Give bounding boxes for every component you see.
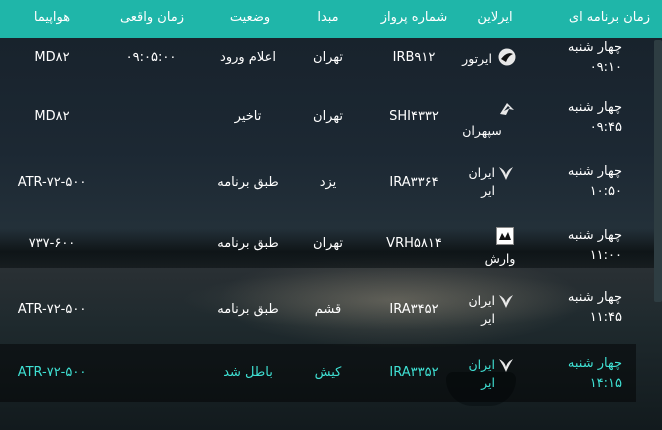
scheduled-time: چهار شنبه ۱۴:۱۵ xyxy=(512,354,622,394)
flight-number: IRA۳۳۶۴ xyxy=(389,175,439,190)
airline-name: ایران ایر xyxy=(468,165,495,198)
header-origin: مبدا xyxy=(317,10,339,25)
airline-name: سپهران xyxy=(462,123,502,138)
airline-name: ایران ایر xyxy=(468,357,495,390)
header-airline: ایرلاین xyxy=(477,10,513,25)
scrollbar-thumb[interactable] xyxy=(654,40,662,302)
origin: کیش xyxy=(314,365,342,380)
scheduled-clock: ۱۱:۰۰ xyxy=(589,248,622,263)
table-row[interactable]: چهار شنبه ۰۹:۴۵ سپهران SHI۴۳۳۲ تهران تاخ… xyxy=(0,98,636,156)
aircraft: ATR-۷۲-۵۰۰ xyxy=(17,302,87,317)
scheduled-time: چهار شنبه ۱۱:۰۰ xyxy=(512,226,622,266)
status: باطل شد xyxy=(223,365,273,380)
flight-number: IRA۳۴۵۲ xyxy=(389,302,439,317)
status: طبق برنامه xyxy=(217,236,279,251)
status: طبق برنامه xyxy=(217,175,279,190)
table-header: زمان برنامه ای ایرلاین شماره پرواز مبدا … xyxy=(0,0,662,38)
scheduled-clock: ۱۰:۵۰ xyxy=(589,184,622,199)
origin: تهران xyxy=(313,236,343,251)
flight-number: IRB۹۱۲ xyxy=(392,50,436,65)
flight-number: IRA۳۳۵۲ xyxy=(389,365,439,380)
aircraft: ATR-۷۲-۵۰۰ xyxy=(17,365,87,380)
airline-name: ایران ایر xyxy=(468,293,495,326)
table-row[interactable]: چهار شنبه ۱۱:۴۵ ایران ایر IRA۳۴۵۲ قشم طب… xyxy=(0,276,636,342)
aircraft: MD۸۲ xyxy=(34,50,70,65)
scheduled-day: چهار شنبه xyxy=(567,228,622,243)
status: تاخیر xyxy=(234,109,262,124)
iranair-logo-icon xyxy=(499,167,513,180)
table-row[interactable]: چهار شنبه ۱۱:۰۰ وارش VRH۵۸۱۴ تهران طبق ب… xyxy=(0,218,636,276)
header-status: وضعیت xyxy=(229,10,271,25)
aircraft: ATR-۷۲-۵۰۰ xyxy=(17,175,87,190)
scheduled-day: چهار شنبه xyxy=(567,164,622,179)
header-actual-time: زمان واقعی xyxy=(119,10,185,25)
origin: یزد xyxy=(319,175,337,190)
scheduled-clock: ۱۴:۱۵ xyxy=(589,376,622,391)
scheduled-day: چهار شنبه xyxy=(567,100,622,115)
header-scheduled-time: زمان برنامه ای xyxy=(568,10,650,25)
scheduled-time: چهار شنبه ۰۹:۴۵ xyxy=(512,98,622,138)
scheduled-day: چهار شنبه xyxy=(567,290,622,305)
varesh-logo-icon xyxy=(496,227,514,245)
scheduled-day: چهار شنبه xyxy=(567,40,622,55)
origin: قشم xyxy=(314,302,342,317)
origin: تهران xyxy=(313,109,343,124)
iranair-logo-icon xyxy=(499,359,513,372)
airline-name: وارش xyxy=(484,251,516,266)
scheduled-time: چهار شنبه ۱۰:۵۰ xyxy=(512,162,622,202)
scheduled-clock: ۱۱:۴۵ xyxy=(589,310,622,325)
actual-time: ۰۹:۰۵:۰۰ xyxy=(125,50,177,65)
table-row[interactable]: چهار شنبه ۰۹:۱۰ ایرتور IRB۹۱۲ تهران اعلا… xyxy=(0,38,636,98)
header-flight-number: شماره پرواز xyxy=(380,10,448,25)
header-aircraft: هواپیما xyxy=(33,10,71,25)
status: اعلام ورود xyxy=(220,50,276,65)
table-row[interactable]: چهار شنبه ۱۰:۵۰ ایران ایر IRA۳۳۶۴ یزد طب… xyxy=(0,156,636,218)
scheduled-clock: ۰۹:۴۵ xyxy=(589,120,622,135)
flight-number: SHI۴۳۳۲ xyxy=(389,109,439,124)
airtour-logo-icon xyxy=(498,48,516,66)
scheduled-time: چهار شنبه ۰۹:۱۰ xyxy=(512,38,622,78)
scheduled-clock: ۰۹:۱۰ xyxy=(589,60,622,75)
sepehran-logo-icon xyxy=(500,103,514,115)
origin: تهران xyxy=(313,50,343,65)
aircraft: ۷۳۷-۶۰۰ xyxy=(28,236,76,251)
scheduled-time: چهار شنبه ۱۱:۴۵ xyxy=(512,288,622,328)
scheduled-day: چهار شنبه xyxy=(567,356,622,371)
status: طبق برنامه xyxy=(217,302,279,317)
table-row-cancelled[interactable]: چهار شنبه ۱۴:۱۵ ایران ایر IRA۳۳۵۲ کیش با… xyxy=(0,344,636,402)
aircraft: MD۸۲ xyxy=(34,109,70,124)
iranair-logo-icon xyxy=(499,295,513,308)
flight-number: VRH۵۸۱۴ xyxy=(386,236,442,251)
